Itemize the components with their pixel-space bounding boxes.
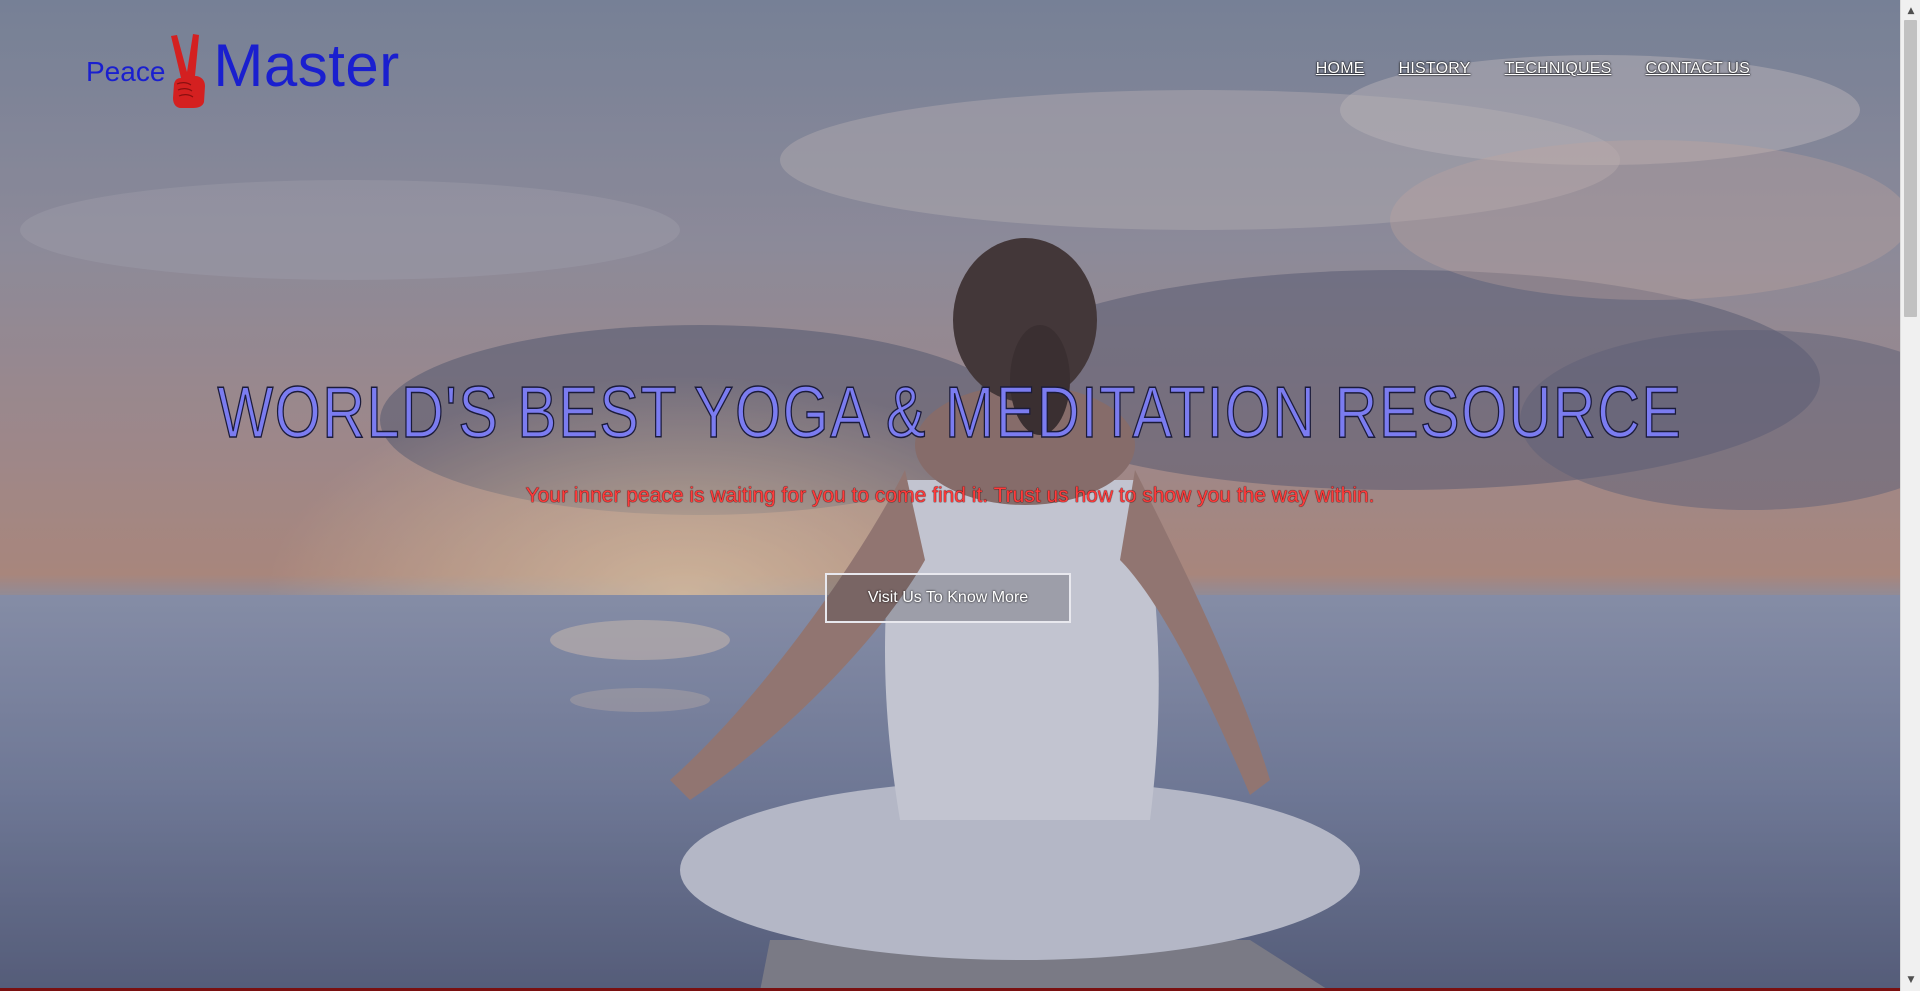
logo-word-master: Master (213, 32, 400, 99)
scroll-down-arrow-icon[interactable]: ▼ (1901, 971, 1920, 989)
peace-hand-icon (171, 34, 206, 108)
site-header: Peace Master HOME HISTORY TECHNIQUES CON… (0, 0, 1900, 130)
nav-link-history[interactable]: HISTORY (1399, 60, 1471, 78)
hero-title: WORLD'S BEST YOGA & MEDITATION RESOURCE (217, 372, 1683, 454)
hero-section: Peace Master HOME HISTORY TECHNIQUES CON… (0, 0, 1900, 991)
scrollbar-thumb[interactable] (1904, 20, 1917, 317)
scroll-up-arrow-icon[interactable]: ▲ (1901, 2, 1920, 20)
page-scrollbar[interactable]: ▲ ▼ (1900, 0, 1920, 991)
site-logo[interactable]: Peace Master (86, 28, 400, 108)
logo-word-peace: Peace (86, 56, 166, 87)
nav-link-home[interactable]: HOME (1316, 60, 1365, 78)
browser-viewport: Peace Master HOME HISTORY TECHNIQUES CON… (0, 0, 1920, 991)
nav-link-contact-us[interactable]: CONTACT US (1645, 60, 1750, 78)
nav-link-techniques[interactable]: TECHNIQUES (1505, 60, 1612, 78)
main-nav: HOME HISTORY TECHNIQUES CONTACT US (1316, 60, 1750, 78)
hero-subtitle: Your inner peace is waiting for you to c… (525, 484, 1375, 507)
visit-us-button[interactable]: Visit Us To Know More (825, 573, 1071, 623)
